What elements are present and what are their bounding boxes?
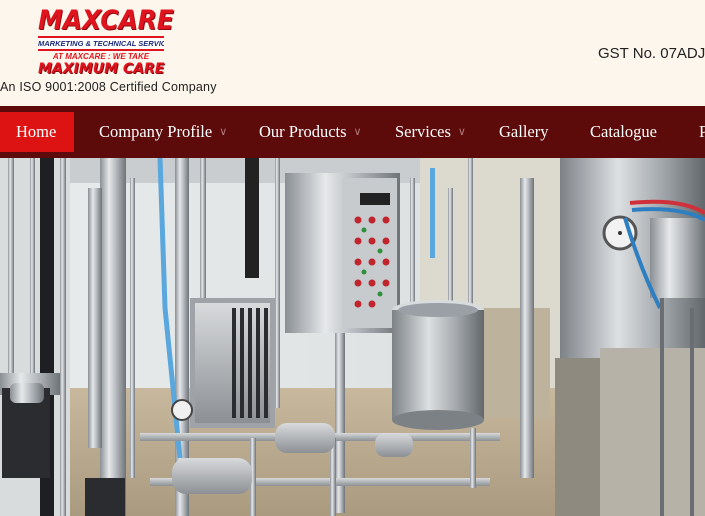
chevron-down-icon: ∨ bbox=[457, 126, 466, 138]
nav-item-our-products[interactable]: Our Products ∨ bbox=[259, 118, 362, 146]
site-header: MAXCARE MARKETING & TECHNICAL SERVICES A… bbox=[0, 0, 705, 106]
nav-item-label: Company Profile bbox=[99, 122, 213, 141]
main-nav: Home Company Profile ∨ Our Products ∨ Serv… bbox=[0, 106, 705, 158]
chevron-down-icon: ∨ bbox=[353, 126, 362, 138]
nav-item-label: Gallery bbox=[499, 122, 549, 141]
nav-item-gallery[interactable]: Gallery bbox=[499, 118, 548, 146]
nav-item-overflow[interactable]: P bbox=[699, 118, 705, 146]
maxcare-logo[interactable]: MAXCARE MARKETING & TECHNICAL SERVICES A… bbox=[38, 5, 174, 77]
iso-certification-text: An ISO 9001:2008 Certified Company bbox=[0, 80, 217, 94]
logo-strip: MARKETING & TECHNICAL SERVICES bbox=[38, 36, 164, 51]
nav-item-label: Home bbox=[16, 122, 57, 141]
nav-item-home[interactable]: Home bbox=[0, 112, 75, 152]
nav-item-label: Catalogue bbox=[590, 122, 657, 141]
gst-number: GST No. 07ADJF bbox=[598, 45, 705, 62]
nav-item-label: Our Products bbox=[259, 122, 347, 141]
chevron-down-icon: ∨ bbox=[219, 126, 228, 138]
nav-item-catalogue[interactable]: Catalogue bbox=[590, 118, 657, 146]
nav-item-company-profile[interactable]: Company Profile ∨ bbox=[99, 118, 227, 146]
nav-item-services[interactable]: Services ∨ bbox=[395, 118, 466, 146]
logo-title: MAXCARE bbox=[38, 5, 174, 36]
nav-item-label: Services bbox=[395, 122, 451, 141]
logo-subtitle: MAXIMUM CARE bbox=[38, 61, 165, 77]
hero-image bbox=[0, 158, 705, 516]
